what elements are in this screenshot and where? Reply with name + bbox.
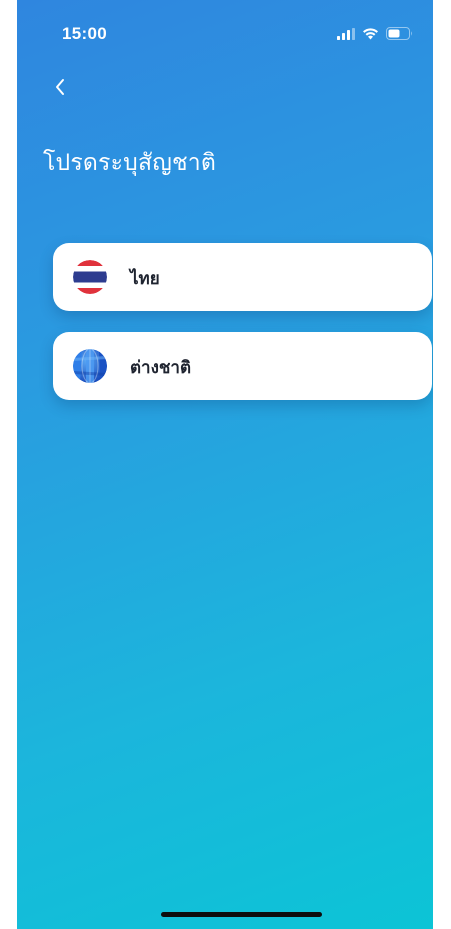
signal-icon: [337, 25, 355, 44]
option-label-foreign: ต่างชาติ: [130, 358, 192, 378]
status-time: 15:00: [62, 24, 107, 43]
home-indicator[interactable]: [161, 912, 322, 917]
thai-flag-icon: [73, 260, 107, 294]
option-label-thai: ไทย: [130, 269, 160, 289]
status-bar: 15:00: [17, 0, 433, 70]
nationality-option-foreign[interactable]: ต่างชาติ: [53, 332, 432, 400]
chevron-left-icon: [53, 77, 67, 101]
back-button[interactable]: [45, 74, 75, 104]
battery-icon: [386, 25, 413, 44]
nationality-option-thai[interactable]: ไทย: [53, 243, 432, 311]
status-icons: [337, 26, 413, 42]
wifi-icon: [362, 25, 379, 44]
phone-screen: 15:00 โปรดระบุสัญชาติ ไทย ต่างชาติ: [17, 0, 433, 929]
globe-icon: [73, 349, 107, 383]
page-title: โปรดระบุสัญชาติ: [43, 150, 217, 176]
